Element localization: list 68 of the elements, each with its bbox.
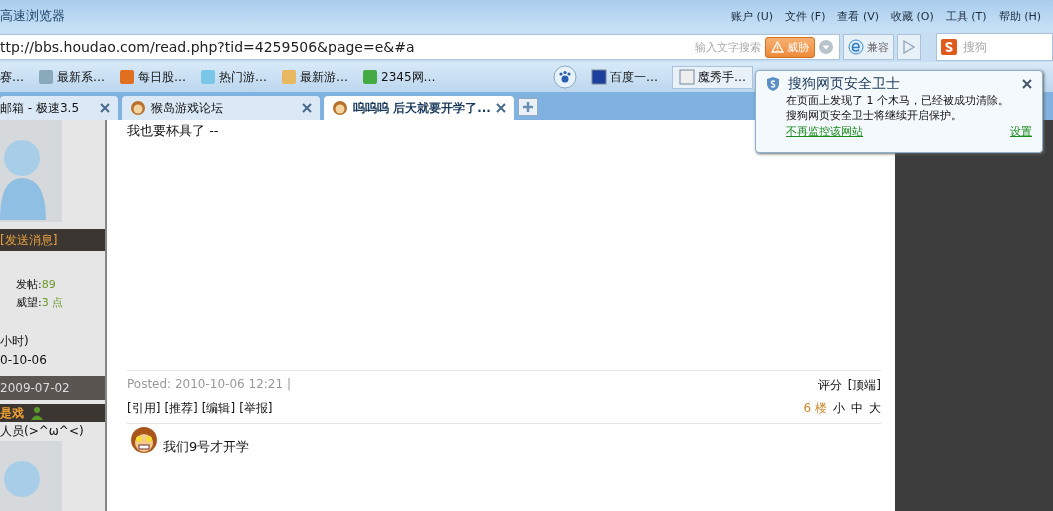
bookmark-icon — [38, 69, 54, 85]
bookmark-item[interactable]: 最新游… — [281, 68, 348, 86]
person-icon — [30, 406, 44, 420]
browser-tab[interactable]: 呜呜呜 后天就要开学了... — [324, 96, 514, 120]
stop-monitoring-link[interactable]: 不再监控该网站 — [786, 124, 863, 139]
settings-link[interactable]: 设置 — [1010, 124, 1032, 139]
post-action-link[interactable]: [举报] — [239, 400, 273, 417]
popup-message: 搜狗网页安全卫士将继续开启保护。 — [785, 108, 963, 123]
menu-item[interactable]: 账户 (U) — [730, 8, 774, 24]
browser-e-icon — [848, 39, 864, 55]
floor-number: 6 楼 — [803, 400, 827, 417]
popup-message: 在页面上发现了 1 个木马，已经被成功清除。 — [785, 93, 1010, 108]
browser-tab[interactable]: 猴岛游戏论坛 — [122, 96, 320, 120]
register-date: 2009-07-02 — [0, 376, 105, 400]
close-icon[interactable] — [100, 103, 110, 113]
post-time: Posted: 2010-10-06 12:21 | — [127, 377, 291, 393]
close-icon[interactable] — [302, 103, 312, 113]
menu-item[interactable]: 查看 (V) — [837, 8, 880, 24]
font-size-link[interactable]: 小 — [833, 400, 845, 417]
bookmark-icon — [200, 69, 216, 85]
font-size-link[interactable]: 中 — [851, 400, 863, 417]
sogou-logo-icon — [941, 38, 959, 56]
search-placeholder: 输入文字搜索 — [695, 39, 761, 55]
plus-icon — [522, 101, 534, 113]
warning-icon — [771, 41, 784, 53]
new-tab-button[interactable] — [518, 98, 538, 116]
paw-icon[interactable] — [553, 65, 577, 89]
bookmark-icon — [591, 69, 607, 85]
avatar-placeholder — [0, 441, 62, 511]
user-title: 人员(>^ω^<) — [0, 423, 85, 440]
menu-item[interactable]: 文件 (F) — [785, 8, 826, 24]
bookmark-item[interactable]: 百度一… — [591, 68, 658, 86]
bookmark-item[interactable]: 2345网… — [362, 68, 436, 86]
send-message-link[interactable]: [发送消息] — [0, 229, 105, 251]
user-stat: 威望:3 点 — [16, 295, 65, 310]
post-action-link[interactable]: [引用] — [127, 400, 161, 417]
post-action-link[interactable]: [推荐] — [164, 400, 198, 417]
bookmark-item[interactable]: 热门游… — [200, 68, 267, 86]
online-time: 小时) — [0, 333, 30, 350]
window-title: 高速浏览器 — [0, 7, 65, 25]
post-action-link[interactable]: [编辑] — [201, 400, 236, 417]
close-icon[interactable] — [496, 103, 506, 113]
reply-text: 我们9号才开学 — [163, 438, 250, 456]
menu-item[interactable]: 收藏 (O) — [891, 8, 934, 24]
last-login-date: 0-10-06 — [0, 352, 48, 369]
compat-button[interactable]: 兼容 — [843, 34, 894, 60]
user-stat: 发帖:89 — [16, 277, 57, 292]
browser-tab[interactable]: 邮箱 - 极速3.5 — [0, 96, 118, 120]
bookmark-item[interactable]: 赛… — [0, 68, 24, 86]
user-name: 是戏 — [0, 404, 24, 422]
rate-link[interactable]: 评分 — [817, 377, 842, 394]
url-text: ttp://bbs.houdao.com/read.php?tid=4259506&page=e&#a — [0, 39, 416, 55]
font-size-link[interactable]: 大 — [869, 400, 881, 417]
bookmark-icon — [679, 69, 695, 85]
bookmark-item[interactable]: 最新系… — [38, 68, 105, 86]
popup-title: 搜狗网页安全卫士 — [788, 75, 901, 93]
play-icon — [903, 40, 915, 54]
bookmark-icon — [362, 69, 378, 85]
menu-item[interactable]: 工具 (T) — [945, 8, 987, 24]
top-link[interactable]: [顶端] — [847, 377, 881, 394]
menu-item[interactable]: 帮助 (H) — [998, 8, 1041, 24]
post-text: 我也要杯具了 -- — [127, 123, 219, 138]
bookmark-item[interactable]: 魔秀手… — [672, 65, 753, 89]
bookmark-icon — [119, 69, 135, 85]
close-icon[interactable] — [1022, 79, 1032, 89]
bookmark-icon — [281, 69, 297, 85]
shield-icon — [766, 76, 780, 92]
bookmark-item[interactable]: 每日股… — [119, 68, 186, 86]
